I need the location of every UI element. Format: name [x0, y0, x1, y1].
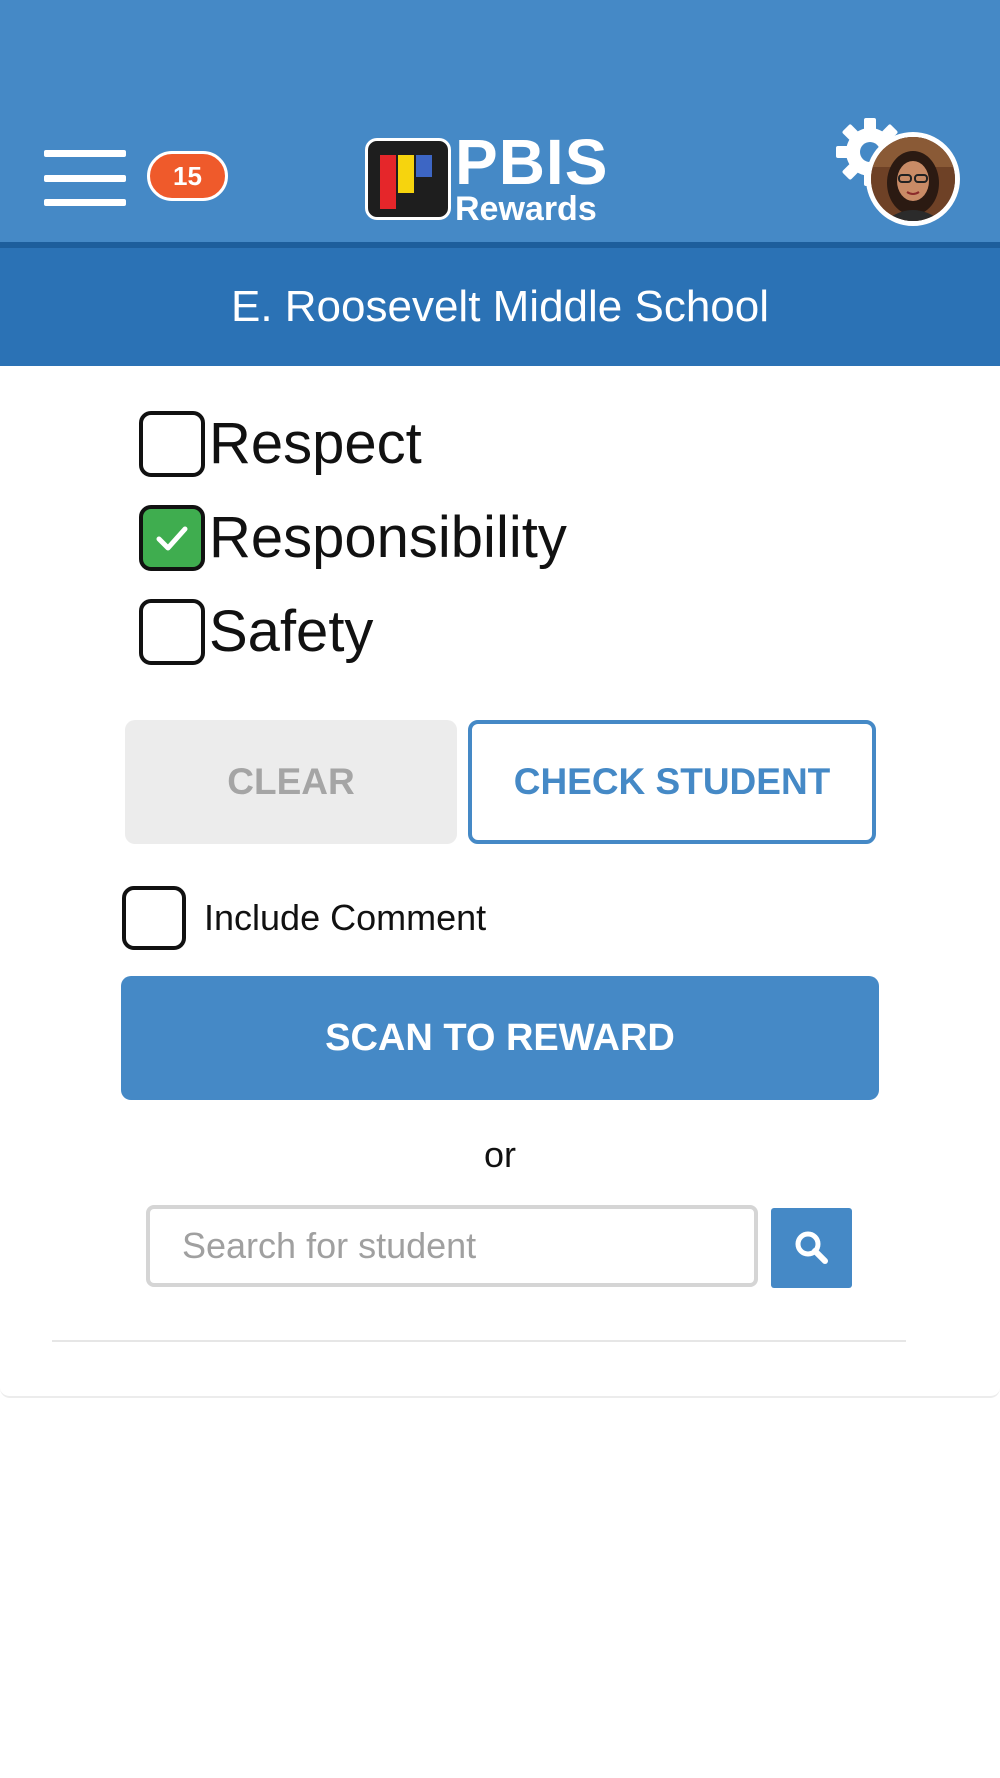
search-icon [795, 1231, 828, 1264]
logo-title: PBIS [455, 126, 609, 198]
search-button[interactable] [771, 1208, 852, 1288]
logo-subtitle: Rewards [455, 190, 597, 228]
logo-mark-icon [365, 138, 451, 220]
divider [52, 1340, 906, 1342]
include-comment-checkbox[interactable]: Include Comment [122, 886, 486, 950]
hamburger-menu-icon[interactable] [44, 150, 126, 206]
checkbox[interactable] [139, 410, 205, 477]
pbis-rewards-logo: PBIS Rewards [365, 126, 635, 228]
behavior-label: Responsibility [209, 505, 567, 570]
behavior-label: Respect [209, 411, 422, 476]
clear-button[interactable]: CLEAR [125, 720, 457, 844]
school-name: E. Roosevelt Middle School [230, 282, 770, 331]
app-header: 15 PBIS Rewards [0, 0, 1000, 242]
school-name-bar: E. Roosevelt Middle School [0, 242, 1000, 366]
checkbox[interactable] [139, 598, 205, 665]
checkbox-checked[interactable] [139, 504, 205, 571]
behavior-label: Safety [209, 599, 374, 664]
student-search-input[interactable] [146, 1205, 758, 1287]
scan-to-reward-button[interactable]: SCAN TO REWARD [121, 976, 879, 1100]
behavior-checkbox-responsibility[interactable]: Responsibility [139, 504, 567, 571]
behavior-checkbox-safety[interactable]: Safety [139, 598, 373, 665]
avatar-photo [871, 137, 955, 221]
checkbox[interactable] [122, 886, 186, 950]
behavior-checkbox-respect[interactable]: Respect [139, 410, 422, 477]
include-comment-label: Include Comment [204, 897, 487, 938]
notification-badge[interactable]: 15 [147, 151, 228, 201]
user-avatar[interactable] [866, 132, 960, 226]
check-student-button[interactable]: CHECK STUDENT [468, 720, 876, 844]
or-separator: or [483, 1134, 516, 1175]
checkmark-icon [156, 526, 188, 550]
